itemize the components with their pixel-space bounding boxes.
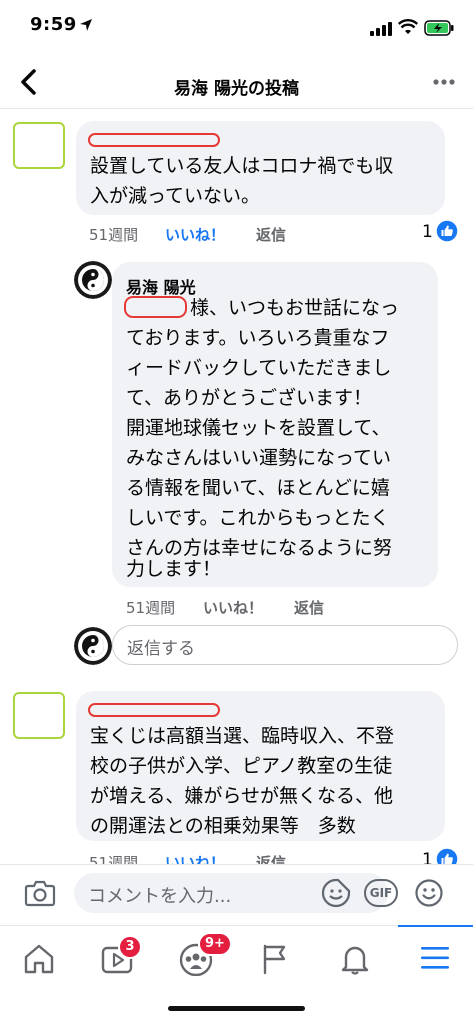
- notifications-bell-icon[interactable]: [340, 942, 370, 976]
- commenter-avatar[interactable]: [13, 692, 65, 739]
- redacted-name-mark: [124, 296, 187, 318]
- reply-input[interactable]: 返信する: [112, 625, 458, 665]
- redacted-name-mark: [88, 703, 220, 717]
- reply-line: 力します！: [126, 558, 222, 580]
- cellular-signal-icon: [370, 22, 392, 36]
- comment-line: 校の子供が入学、ピアノ教室の生徒: [90, 755, 393, 777]
- reply-time: 51週間: [126, 599, 176, 617]
- author-avatar[interactable]: [74, 261, 112, 299]
- video-badge: 3: [118, 935, 142, 959]
- reply-line: ィードバックしていただきまし: [126, 357, 392, 379]
- reply-line: ております。いろいろ貴重なフ: [126, 327, 390, 349]
- reaction-count: 1: [422, 222, 433, 242]
- like-reaction-icon[interactable]: [435, 219, 459, 243]
- emoji-icon[interactable]: [414, 878, 444, 908]
- battery-charging-icon: [424, 20, 454, 36]
- reply-line: て、ありがとうございます！: [126, 387, 373, 409]
- comment-line: が増える、嫌がらせが無くなる、他: [90, 785, 394, 807]
- location-arrow-icon: [80, 19, 92, 31]
- comment-bubble: 宝くじは高額当選、臨時収入、不登 校の子供が入学、ピアノ教室の生徒 が増える、嫌…: [76, 691, 445, 841]
- reply-like-button[interactable]: いいね！: [203, 597, 263, 618]
- redacted-name-mark: [88, 133, 220, 147]
- page-title: 易海 陽光の投稿: [174, 79, 299, 99]
- wifi-icon: [398, 19, 418, 34]
- sticker-icon[interactable]: [320, 877, 352, 909]
- reply-author-name[interactable]: 易海 陽光: [126, 274, 196, 298]
- menu-hamburger-icon[interactable]: [420, 945, 450, 971]
- like-button[interactable]: いいね！: [165, 224, 225, 245]
- home-icon[interactable]: [22, 943, 56, 975]
- comment-line: 設置している友人はコロナ禍でも収: [90, 155, 394, 177]
- active-tab-indicator: [398, 925, 473, 927]
- comment-bubble: 設置している友人はコロナ禍でも収 入が減っていない。: [76, 121, 445, 215]
- header-divider: [0, 108, 473, 109]
- reply-bubble: 易海 陽光 様、いつもお世話になっ ております。いろいろ貴重なフ ィードバックし…: [112, 262, 438, 587]
- reply-line: 開運地球儀セットを設置して、: [126, 417, 391, 439]
- comment-line: 宝くじは高額当選、臨時収入、不登: [90, 725, 395, 747]
- reply-line: しいです。これからもっとたく: [126, 507, 390, 529]
- more-options-icon[interactable]: [432, 78, 456, 86]
- status-time: 9:59: [30, 14, 77, 35]
- camera-icon[interactable]: [24, 879, 56, 907]
- home-indicator: [168, 1006, 305, 1011]
- comment-line: 入が減っていない。: [90, 185, 261, 207]
- reply-line: みなさんはいい運勢になってい: [126, 447, 392, 469]
- reply-button[interactable]: 返信: [256, 224, 286, 245]
- groups-badge: 9+: [198, 932, 232, 956]
- pages-flag-icon[interactable]: [262, 943, 288, 975]
- reply-line: 様、いつもお世話になっ: [190, 297, 400, 319]
- current-user-avatar: [74, 627, 112, 665]
- reply-reply-button[interactable]: 返信: [294, 597, 324, 618]
- gif-button[interactable]: GIF: [364, 879, 398, 907]
- comment-time: 51週間: [89, 226, 139, 244]
- comment-line: の開運法との相乗効果等 多数: [90, 815, 356, 837]
- reply-line: る情報を聞いて、ほとんどに嬉: [126, 477, 390, 499]
- commenter-avatar[interactable]: [13, 122, 65, 169]
